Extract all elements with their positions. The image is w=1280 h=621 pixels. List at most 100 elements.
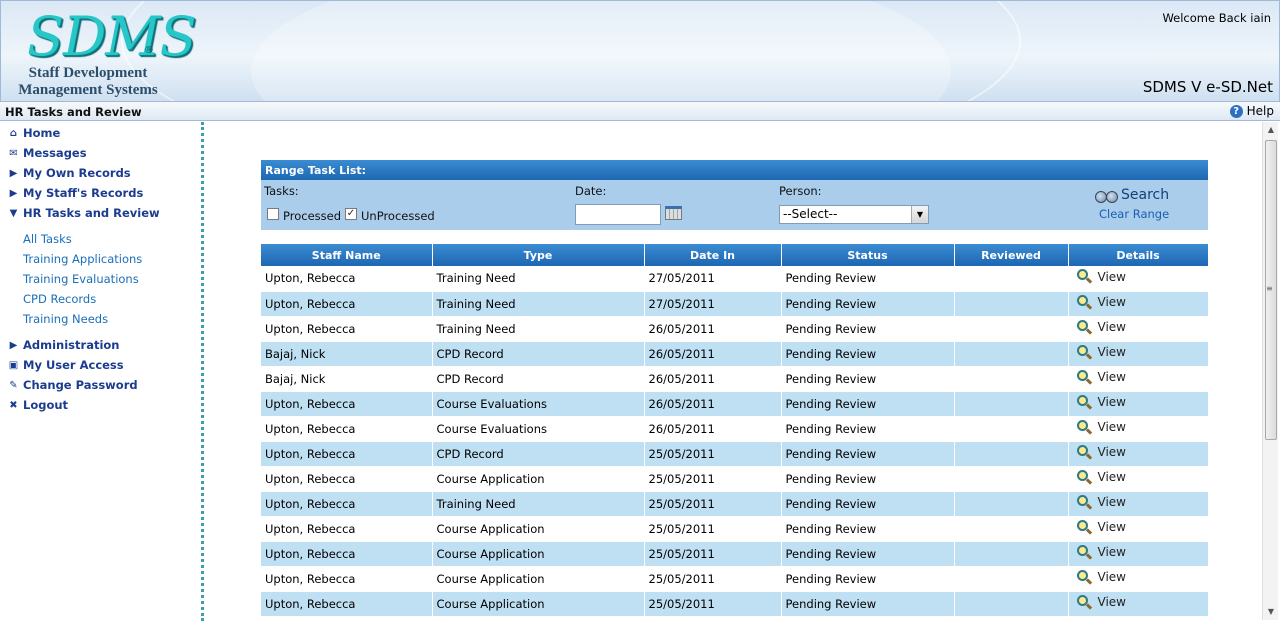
cell-staff-name: Upton, Rebecca: [261, 541, 433, 567]
cell-status: Pending Review: [781, 341, 955, 367]
cell-type: Course Evaluations: [432, 416, 645, 442]
banner-decoration: [121, 1, 1021, 101]
cell-type: CPD Record: [432, 441, 645, 467]
sidebar-item-label: HR Tasks and Review: [23, 206, 160, 220]
table-header-row: Staff Name Type Date In Status Reviewed …: [261, 244, 1209, 266]
column-header-reviewed[interactable]: Reviewed: [954, 244, 1069, 266]
date-input[interactable]: [575, 204, 661, 225]
table-row: Upton, Rebecca CPD Record 25/05/2011 Pendin…: [261, 441, 1209, 467]
cell-reviewed: [954, 541, 1069, 567]
cell-date-in: 26/05/2011: [644, 341, 782, 367]
sidebar-subitem-training-applications[interactable]: Training Applications: [23, 252, 142, 266]
logo-text: SDMS: [27, 5, 197, 68]
view-label: View: [1097, 345, 1126, 359]
scroll-up-icon[interactable]: ▲: [1263, 122, 1279, 138]
sidebar-item-home[interactable]: ⌂ Home: [8, 126, 60, 140]
header-banner: SDMS ® Staff Development Management Syst…: [0, 0, 1280, 102]
view-button[interactable]: View: [1075, 594, 1126, 611]
calendar-icon[interactable]: [665, 206, 682, 220]
cell-staff-name: Bajaj, Nick: [261, 366, 433, 392]
sidebar-item-hr-tasks-and-review[interactable]: ▼ HR Tasks and Review: [8, 206, 160, 220]
cell-type: Course Application: [432, 516, 645, 542]
sidebar-subitem-cpd-records[interactable]: CPD Records: [23, 292, 96, 306]
view-button[interactable]: View: [1075, 369, 1126, 386]
processed-checkbox[interactable]: [267, 208, 279, 220]
page-title: HR Tasks and Review: [5, 105, 142, 119]
sidebar-item-label: Messages: [23, 146, 87, 160]
magnifier-icon: [1075, 494, 1092, 511]
view-button[interactable]: View: [1075, 394, 1126, 411]
view-label: View: [1097, 570, 1126, 584]
magnifier-icon: [1075, 469, 1092, 486]
scroll-down-icon[interactable]: ▼: [1263, 604, 1279, 620]
sidebar-item-messages[interactable]: ✉ Messages: [8, 146, 87, 160]
cell-status: Pending Review: [781, 266, 955, 292]
cell-details: View: [1068, 491, 1209, 517]
sidebar-subitem-all-tasks[interactable]: All Tasks: [23, 232, 72, 246]
cell-date-in: 26/05/2011: [644, 416, 782, 442]
cell-reviewed: [954, 416, 1069, 442]
magnifier-icon: [1075, 519, 1092, 536]
close-icon: ✖: [9, 399, 18, 411]
question-icon: ?: [1229, 104, 1243, 118]
view-button[interactable]: View: [1075, 544, 1126, 561]
cell-date-in: 25/05/2011: [644, 591, 782, 617]
logo-registered-mark: ®: [144, 45, 154, 56]
cell-reviewed: [954, 591, 1069, 617]
table-row: Bajaj, Nick CPD Record 26/05/2011 Pending R…: [261, 366, 1209, 392]
view-label: View: [1097, 395, 1126, 409]
tasks-label: Tasks:: [264, 184, 299, 198]
sidebar-item-my-own-records[interactable]: ▶ My Own Records: [8, 166, 131, 180]
cell-staff-name: Upton, Rebecca: [261, 441, 433, 467]
sidebar-item-change-password[interactable]: ✎ Change Password: [8, 378, 137, 392]
cell-date-in: 25/05/2011: [644, 516, 782, 542]
view-button[interactable]: View: [1075, 319, 1126, 336]
column-header-details[interactable]: Details: [1068, 244, 1209, 266]
sidebar-subitem-training-needs[interactable]: Training Needs: [23, 312, 108, 326]
sidebar-item-my-user-access[interactable]: ▣ My User Access: [8, 358, 124, 372]
unprocessed-checkbox[interactable]: ✓: [345, 208, 357, 220]
magnifier-icon: [1075, 444, 1092, 461]
magnifier-icon: [1075, 344, 1092, 361]
view-button[interactable]: View: [1075, 268, 1126, 285]
cell-staff-name: Upton, Rebecca: [261, 491, 433, 517]
view-button[interactable]: View: [1075, 419, 1126, 436]
view-button[interactable]: View: [1075, 494, 1126, 511]
logo-subtitle: Staff Development Management Systems: [13, 65, 163, 99]
sidebar-subitem-training-evaluations[interactable]: Training Evaluations: [23, 272, 139, 286]
version-text: SDMS V e-SD.Net: [1142, 78, 1273, 96]
sidebar-item-label: Administration: [23, 338, 120, 352]
table-row: Upton, Rebecca Training Need 26/05/2011 Pen…: [261, 316, 1209, 342]
person-select[interactable]: --Select-- ▼: [779, 205, 929, 224]
view-button[interactable]: View: [1075, 469, 1126, 486]
logo-subtitle-line2: Management Systems: [18, 82, 158, 98]
vertical-scrollbar[interactable]: ▲ ≡ ▼: [1262, 122, 1278, 620]
sidebar-item-logout[interactable]: ✖ Logout: [8, 398, 68, 412]
cell-staff-name: Upton, Rebecca: [261, 516, 433, 542]
view-button[interactable]: View: [1075, 344, 1126, 361]
sidebar-item-my-staffs-records[interactable]: ▶ My Staff's Records: [8, 186, 144, 200]
view-button[interactable]: View: [1075, 444, 1126, 461]
cell-type: Course Evaluations: [432, 391, 645, 417]
column-header-date-in[interactable]: Date In: [644, 244, 782, 266]
triangle-down-icon: ▼: [9, 207, 18, 219]
cell-staff-name: Upton, Rebecca: [261, 316, 433, 342]
cell-status: Pending Review: [781, 466, 955, 492]
view-button[interactable]: View: [1075, 569, 1126, 586]
sidebar-item-administration[interactable]: ▶ Administration: [8, 338, 120, 352]
help-link[interactable]: ? Help: [1229, 104, 1274, 118]
grip-icon: ≡: [1266, 284, 1273, 293]
cell-details: View: [1068, 441, 1209, 467]
page-title-bar: HR Tasks and Review ? Help: [0, 102, 1280, 121]
view-button[interactable]: View: [1075, 294, 1126, 311]
clear-range-link[interactable]: Clear Range: [1099, 207, 1169, 221]
cell-status: Pending Review: [781, 591, 955, 617]
search-button[interactable]: Search: [1095, 187, 1169, 203]
column-header-status[interactable]: Status: [781, 244, 955, 266]
task-table: Staff Name Type Date In Status Reviewed …: [261, 244, 1209, 617]
column-header-type[interactable]: Type: [432, 244, 645, 266]
magnifier-icon: [1075, 419, 1092, 436]
column-header-staff-name[interactable]: Staff Name: [261, 244, 433, 266]
view-button[interactable]: View: [1075, 519, 1126, 536]
unprocessed-label: UnProcessed: [361, 209, 435, 223]
